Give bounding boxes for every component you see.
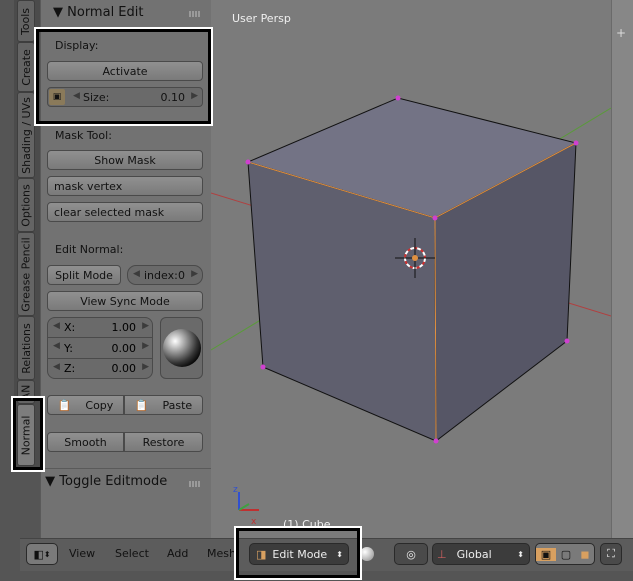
clipboard-icon: 📋 bbox=[57, 398, 72, 412]
face-select-icon[interactable]: ◼ bbox=[576, 548, 594, 561]
app-window: Tools Create Shading / UVs Options Greas… bbox=[0, 0, 633, 581]
vertex-select-icon[interactable]: ▣ bbox=[536, 547, 556, 561]
y-field[interactable]: ◀ Y: 0.00 ▶ bbox=[48, 338, 152, 359]
x-value: 1.00 bbox=[111, 321, 137, 334]
x-field[interactable]: ◀ X: 1.00 ▶ bbox=[48, 318, 152, 338]
orientation-icon: ⊥ bbox=[437, 547, 447, 561]
tab-options[interactable]: Options bbox=[17, 178, 35, 232]
edit-normal-label: Edit Normal: bbox=[55, 243, 124, 256]
select-mode-buttons[interactable]: ▣ ▢ ◼ bbox=[535, 543, 595, 565]
highlight-display-section bbox=[36, 29, 211, 124]
3d-viewport[interactable]: + User Persp z x (1) Cube bbox=[211, 0, 633, 540]
clear-selected-mask-button[interactable]: clear selected mask bbox=[47, 202, 203, 222]
paste-icon: 📋 bbox=[134, 398, 149, 412]
editor-type-select[interactable]: ◧ ⬍ bbox=[26, 543, 58, 565]
index-label: index: bbox=[144, 269, 178, 282]
paste-button[interactable]: 📋 Paste bbox=[124, 395, 203, 415]
paste-label: Paste bbox=[162, 398, 193, 412]
copy-button[interactable]: 📋 Copy bbox=[47, 395, 124, 415]
smooth-button[interactable]: Smooth bbox=[47, 432, 124, 452]
limit-selection-icon: ⛶ bbox=[607, 547, 615, 560]
tab-label: Tools bbox=[19, 7, 33, 35]
index-field[interactable]: ◀ index: 0 ▶ bbox=[127, 265, 203, 285]
sphere-icon bbox=[163, 329, 201, 367]
highlight-normal-tab bbox=[13, 398, 43, 470]
occlusion-toggle[interactable]: ⛶ bbox=[600, 543, 622, 565]
svg-text:x: x bbox=[251, 517, 257, 527]
z-label: Z: bbox=[64, 362, 76, 375]
grip-icon[interactable] bbox=[189, 11, 201, 17]
y-label: Y: bbox=[64, 342, 73, 355]
chevron-left-icon[interactable]: ◀ bbox=[53, 321, 60, 331]
edge-select-icon[interactable]: ▢ bbox=[556, 548, 576, 561]
tab-label: Shading / UVs bbox=[19, 96, 33, 174]
menu-view[interactable]: View bbox=[69, 547, 95, 560]
mask-tool-label: Mask Tool: bbox=[55, 129, 112, 142]
copy-label: Copy bbox=[85, 398, 114, 412]
pivot-select[interactable]: ◎ bbox=[394, 543, 428, 565]
y-value: 0.00 bbox=[111, 342, 137, 355]
chevron-right-icon[interactable]: ▶ bbox=[191, 269, 198, 279]
restore-button[interactable]: Restore bbox=[124, 432, 203, 452]
highlight-mode-select bbox=[236, 528, 360, 578]
chevron-right-icon[interactable]: ▶ bbox=[142, 341, 149, 351]
divider bbox=[41, 468, 212, 469]
normal-edit-header[interactable]: ▼ Normal Edit bbox=[41, 1, 212, 25]
tab-tools[interactable]: Tools bbox=[17, 0, 35, 42]
collapse-arrow-icon: ▼ bbox=[41, 474, 60, 489]
show-mask-button[interactable]: Show Mask bbox=[47, 150, 203, 170]
index-value: 0 bbox=[178, 269, 185, 282]
tab-label: Relations bbox=[19, 322, 33, 374]
menu-select[interactable]: Select bbox=[115, 547, 149, 560]
normal-vector-fields: ◀ X: 1.00 ▶ ◀ Y: 0.00 ▶ ◀ Z: 0.00 ▶ bbox=[47, 317, 153, 379]
chevron-left-icon[interactable]: ◀ bbox=[53, 341, 60, 351]
chevron-left-icon[interactable]: ◀ bbox=[133, 269, 140, 279]
chevron-left-icon[interactable]: ◀ bbox=[53, 362, 60, 372]
chevron-right-icon[interactable]: ▶ bbox=[142, 362, 149, 372]
plus-icon[interactable]: + bbox=[616, 26, 626, 40]
view-sync-mode-button[interactable]: View Sync Mode bbox=[47, 291, 203, 311]
normal-sphere-widget[interactable] bbox=[160, 317, 203, 379]
tab-label: Grease Pencil bbox=[19, 236, 33, 312]
toggle-editmode-label: Toggle Editmode bbox=[59, 474, 168, 489]
z-field[interactable]: ◀ Z: 0.00 ▶ bbox=[48, 359, 152, 378]
grip-icon[interactable] bbox=[189, 481, 201, 487]
tab-create[interactable]: Create bbox=[17, 42, 35, 92]
transform-orientation-select[interactable]: ⊥ Global ⬍ bbox=[432, 543, 530, 565]
split-mode-button[interactable]: Split Mode bbox=[47, 265, 121, 285]
axis-gizmo-icon: z x bbox=[233, 485, 259, 527]
orientation-label: Global bbox=[456, 547, 492, 561]
tab-label: Create bbox=[19, 48, 33, 86]
updown-icon: ⬍ bbox=[517, 549, 524, 559]
panel-title: Normal Edit bbox=[67, 5, 144, 20]
updown-icon: ⬍ bbox=[43, 549, 51, 559]
tab-shading-uvs[interactable]: Shading / UVs bbox=[17, 92, 35, 178]
properties-sidebar-collapsed[interactable]: + bbox=[611, 0, 633, 540]
z-value: 0.00 bbox=[111, 362, 137, 375]
svg-text:z: z bbox=[233, 485, 238, 495]
menu-mesh[interactable]: Mesh bbox=[207, 547, 236, 560]
toggle-editmode-header[interactable]: ▼ Toggle Editmode bbox=[41, 470, 212, 494]
pivot-icon: ◎ bbox=[406, 547, 416, 561]
menu-add[interactable]: Add bbox=[167, 547, 188, 560]
cube-scene: z x bbox=[211, 95, 611, 527]
tab-relations[interactable]: Relations bbox=[17, 316, 35, 380]
tab-grease-pencil[interactable]: Grease Pencil bbox=[17, 232, 35, 316]
x-label: X: bbox=[64, 321, 76, 334]
mask-vertex-button[interactable]: mask vertex bbox=[47, 176, 203, 196]
tab-label: Options bbox=[19, 183, 33, 227]
chevron-right-icon[interactable]: ▶ bbox=[142, 321, 149, 331]
collapse-arrow-icon: ▼ bbox=[53, 5, 68, 20]
shading-sphere-icon[interactable] bbox=[360, 547, 374, 561]
cube-icon: ◧ bbox=[33, 547, 44, 561]
